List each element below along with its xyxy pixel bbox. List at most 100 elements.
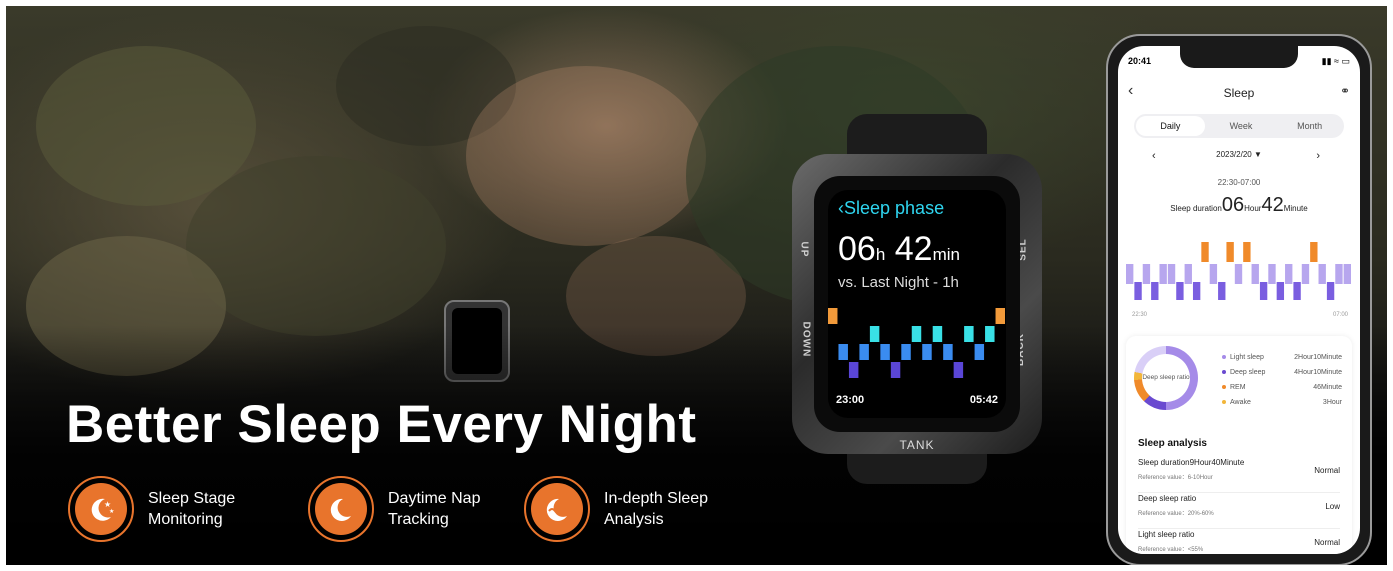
date-select[interactable]: 2023/2/20 ▼ — [1118, 150, 1360, 159]
watch-start-time: 23:00 — [836, 394, 865, 406]
watch-chart-segment — [848, 362, 859, 378]
axis-end: 07:00 — [1332, 312, 1348, 318]
watch-chart-segment — [922, 344, 932, 360]
smartwatch: UP DOWN SEL BACK ‹Sleep phase 06h 42min … — [792, 114, 1042, 484]
moon-wave-icon — [524, 476, 590, 542]
feature-analysis: In-depth Sleep Analysis — [524, 476, 714, 542]
phone-chart-segment — [1310, 242, 1318, 262]
phone-chart-segment — [1335, 264, 1343, 284]
tab-daily[interactable]: Daily — [1136, 116, 1205, 136]
phone-chart-segment — [1285, 264, 1293, 284]
svg-text:★: ★ — [109, 508, 114, 515]
next-day-icon[interactable]: › — [1316, 150, 1320, 162]
watch-chart-segment — [880, 344, 890, 360]
tab-week[interactable]: Week — [1207, 114, 1276, 138]
analysis-row: Sleep duration9Hour40Minute Reference val… — [1138, 458, 1340, 493]
tab-month[interactable]: Month — [1275, 114, 1344, 138]
watch-chart-segment — [838, 344, 848, 360]
analysis-title: Sleep analysis — [1138, 438, 1207, 449]
phone-chart-segment — [1218, 282, 1226, 300]
face-area — [466, 66, 706, 246]
phone-chart-segment — [1167, 264, 1176, 284]
watch-chart-segment — [974, 344, 985, 360]
phone-notch — [1180, 46, 1298, 68]
watch-brand: TANK — [899, 438, 935, 452]
watch-chart-segment — [828, 308, 838, 324]
phone-chart-segment — [1192, 282, 1201, 300]
axis-start: 22:30 — [1132, 312, 1148, 318]
phone-screen: 20:41 ▮▮ ≈ ▭ ‹ Sleep ⚭ Daily Week Month … — [1118, 46, 1360, 554]
phone-chart-segment — [1226, 242, 1234, 262]
phone: 20:41 ▮▮ ≈ ▭ ‹ Sleep ⚭ Daily Week Month … — [1106, 34, 1372, 565]
feature-label: Sleep Stage Monitoring — [148, 490, 236, 528]
period-tabs: Daily Week Month — [1134, 114, 1344, 138]
watch-chart-segment — [995, 308, 1005, 324]
phone-sleep-chart — [1126, 242, 1351, 300]
phone-chart-segment — [1159, 264, 1167, 284]
phone-title: Sleep — [1223, 86, 1255, 100]
share-icon[interactable]: ⚭ — [1340, 84, 1350, 98]
phone-chart-segment — [1184, 264, 1192, 284]
donut-label: Deep sleep ratio — [1142, 354, 1190, 402]
phone-chart-segment — [1293, 282, 1301, 300]
watch-compare: vs. Last Night - 1h — [838, 274, 959, 291]
status-icons: ▮▮ ≈ ▭ — [1321, 56, 1350, 66]
sleep-duration: Sleep duration06Hour42Minute — [1170, 194, 1308, 216]
phone-chart-segment — [1134, 282, 1142, 300]
feature-sleep-stage: ★ ★ Sleep Stage Monitoring — [68, 476, 258, 542]
watch-chart-segment — [964, 326, 974, 342]
moon-z-icon: z — [308, 476, 374, 542]
watch-chart-segment — [932, 326, 943, 342]
phone-chart-segment — [1276, 282, 1285, 300]
watch-screen: ‹Sleep phase 06h 42min vs. Last Night - … — [828, 190, 1006, 418]
watch-chart-segment — [911, 326, 922, 342]
legend-awake: Awake 3Hour — [1222, 399, 1342, 406]
sleep-banner: Better Sleep Every Night ★ ★ Sleep Stage … — [6, 6, 1387, 565]
watch-chart-segment — [890, 362, 901, 378]
phone-chart-segment — [1251, 264, 1259, 284]
phone-chart-segment — [1243, 242, 1251, 262]
watch-sleep-chart — [828, 308, 1005, 378]
phone-chart-segment — [1343, 264, 1351, 284]
phone-chart-segment — [1142, 264, 1151, 284]
watch-end-time: 05:42 — [969, 394, 998, 406]
phone-chart-segment — [1301, 264, 1310, 284]
phone-chart-segment — [1259, 282, 1268, 300]
phone-chart-segment — [1126, 264, 1134, 284]
phone-chart-segment — [1268, 264, 1276, 284]
legend-light: Light sleep 2Hour10Minute — [1222, 354, 1342, 361]
sleep-range: 22:30-07:00 — [1217, 178, 1261, 187]
feature-label: In-depth Sleep Analysis — [604, 490, 709, 528]
watch-chart-segment — [901, 344, 911, 360]
phone-chart-segment — [1326, 282, 1335, 300]
phone-chart-segment — [1318, 264, 1326, 284]
analysis-row: Deep sleep ratio Reference value：20%-60% L… — [1138, 494, 1340, 529]
phone-chart-segment — [1151, 282, 1159, 300]
phone-chart-segment — [1176, 282, 1184, 300]
up-label: UP — [798, 241, 810, 258]
phone-chart-segment — [1234, 264, 1243, 284]
watch-title: ‹Sleep phase — [838, 198, 945, 218]
phone-chart-segment — [1209, 264, 1218, 284]
watch-chart-segment — [943, 344, 953, 360]
watch-case: UP DOWN SEL BACK ‹Sleep phase 06h 42min … — [792, 154, 1042, 454]
headline: Better Sleep Every Night — [66, 395, 697, 454]
watch-chart-segment — [985, 326, 995, 342]
watch-chart-segment — [859, 344, 869, 360]
sleep-ratio-donut: Deep sleep ratio — [1134, 346, 1198, 410]
feature-label: Daytime Nap Tracking — [388, 490, 481, 528]
moon-stars-icon: ★ ★ — [68, 476, 134, 542]
status-time: 20:41 — [1128, 56, 1152, 66]
phone-chart-segment — [1201, 242, 1209, 262]
analysis-row: Light sleep ratio Reference value：<55% Nor… — [1138, 530, 1340, 553]
watch-duration: 06h 42min — [838, 230, 960, 268]
down-label: DOWN — [800, 321, 812, 358]
watch-chart-segment — [869, 326, 880, 342]
feature-nap: z Daytime Nap Tracking — [308, 476, 498, 542]
legend-deep: Deep sleep 4Hour10Minute — [1222, 369, 1342, 376]
svg-text:z: z — [343, 502, 348, 512]
legend-rem: REM 46Minute — [1222, 384, 1342, 391]
watch-chart-segment — [953, 362, 964, 378]
sleep-summary-card: Deep sleep ratio Light sleep 2Hour10Minut… — [1126, 336, 1352, 554]
watch-bezel: ‹Sleep phase 06h 42min vs. Last Night - … — [814, 176, 1020, 432]
